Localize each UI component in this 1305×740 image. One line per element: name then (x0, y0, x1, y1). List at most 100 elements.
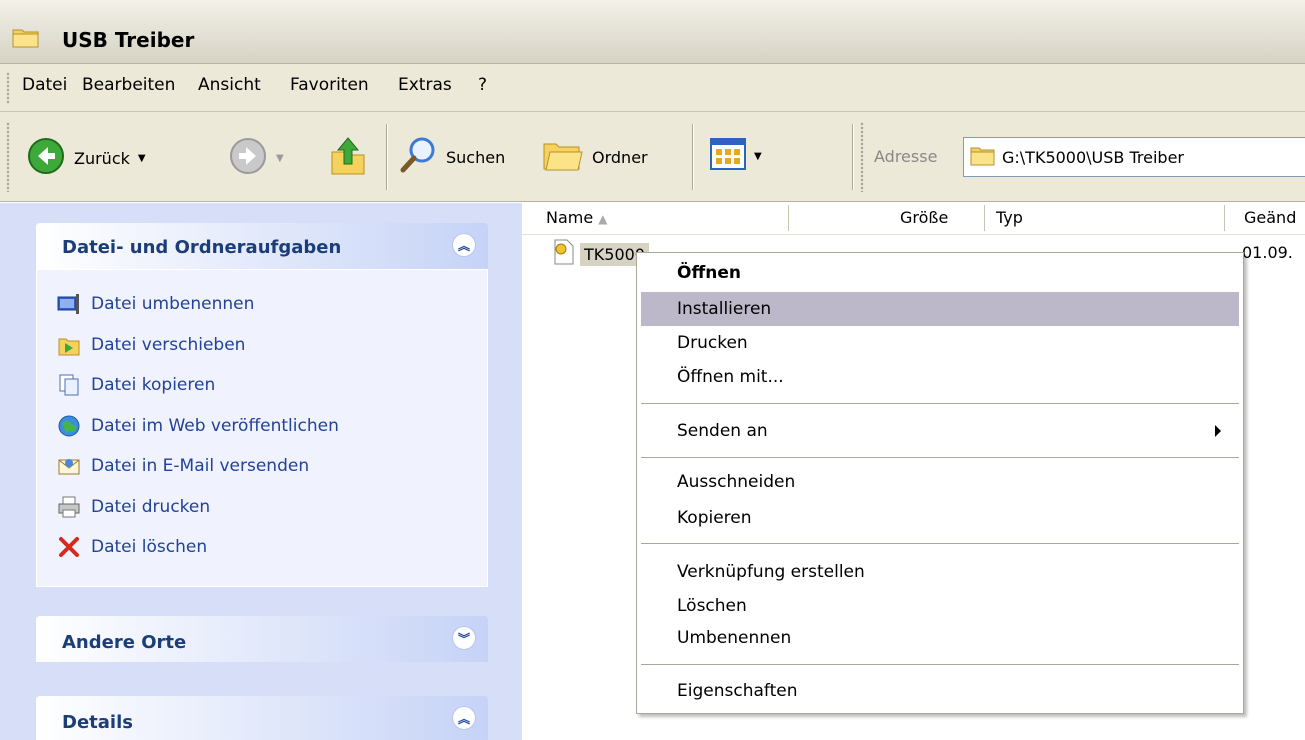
search-label: Suchen (446, 147, 506, 167)
task-label: Datei kopieren (91, 375, 216, 396)
task-move[interactable]: Datei verschieben (57, 325, 487, 366)
menu-separator (641, 664, 1239, 665)
menu-item-open-with[interactable]: Öffnen mit... (641, 360, 1239, 394)
folders-icon (542, 136, 584, 178)
email-icon (57, 454, 81, 478)
column-divider[interactable] (984, 205, 985, 231)
back-arrow-icon (26, 136, 66, 180)
toolbar-separator (852, 124, 854, 190)
column-modified[interactable]: Geänd (1244, 208, 1296, 227)
menu-item-label: Öffnen (677, 263, 741, 283)
menubar-grip[interactable] (6, 72, 10, 104)
menu-item-rename[interactable]: Umbenennen (641, 621, 1239, 655)
task-rename[interactable]: Datei umbenennen (57, 284, 487, 325)
column-header: Name ▲ Größe Typ Geänd (522, 203, 1305, 235)
toolbar-separator (692, 124, 694, 190)
menu-item-label: Verknüpfung erstellen (677, 562, 865, 582)
menu-item-label: Öffnen mit... (677, 367, 784, 387)
menu-extras[interactable]: Extras (398, 75, 452, 95)
search-button[interactable]: Suchen (398, 134, 505, 180)
web-publish-icon (57, 414, 81, 438)
file-tasks-body: Datei umbenennen Datei verschieben Datei… (36, 269, 488, 587)
views-icon (710, 138, 746, 174)
menu-item-label: Löschen (677, 596, 747, 616)
file-tasks-title: Datei- und Ordneraufgaben (62, 237, 342, 258)
menu-item-install[interactable]: Installieren (641, 292, 1239, 326)
forward-arrow-icon (228, 136, 268, 180)
menu-favoriten[interactable]: Favoriten (290, 75, 369, 95)
expand-down-icon[interactable]: ︾ (452, 626, 476, 650)
print-icon (57, 495, 81, 519)
menu-help[interactable]: ? (478, 75, 487, 95)
toolbar-grip[interactable] (6, 122, 10, 192)
menu-item-label: Drucken (677, 333, 748, 353)
address-grip[interactable] (860, 122, 864, 192)
toolbar-separator (386, 124, 388, 190)
task-print[interactable]: Datei drucken (57, 487, 487, 528)
menu-item-label: Installieren (677, 299, 772, 319)
menu-bearbeiten[interactable]: Bearbeiten (82, 75, 175, 95)
address-label: Adresse (874, 147, 938, 166)
folder-icon (12, 26, 40, 53)
task-delete[interactable]: Datei löschen (57, 527, 487, 568)
forward-dropdown-icon[interactable]: ▼ (276, 153, 284, 164)
address-field[interactable]: G:\TK5000\USB Treiber (963, 137, 1305, 177)
column-size[interactable]: Größe (900, 208, 948, 227)
menu-separator (641, 403, 1239, 404)
file-row[interactable]: TK5000 (552, 239, 649, 269)
setup-info-file-icon (552, 239, 576, 269)
delete-icon (57, 535, 81, 559)
menu-item-cut[interactable]: Ausschneiden (641, 465, 1239, 499)
details-header[interactable]: Details ︽ (36, 696, 488, 740)
submenu-arrow-icon (1215, 425, 1221, 437)
back-button[interactable]: Zurück ▼ (26, 136, 146, 180)
task-label: Datei verschieben (91, 334, 246, 355)
task-publish-web[interactable]: Datei im Web veröffentlichen (57, 406, 487, 447)
folder-up-icon (328, 134, 368, 180)
file-tasks-header[interactable]: Datei- und Ordneraufgaben ︽ (36, 223, 488, 269)
menu-item-send-to[interactable]: Senden an (641, 414, 1239, 448)
column-divider[interactable] (788, 205, 789, 231)
menu-bar: Datei Bearbeiten Ansicht Favoriten Extra… (0, 64, 1305, 112)
move-icon (57, 333, 81, 357)
sort-ascending-icon: ▲ (598, 212, 608, 226)
collapse-up-icon[interactable]: ︽ (452, 706, 476, 730)
menu-datei[interactable]: Datei (22, 75, 67, 95)
other-places-panel: Andere Orte ︾ (36, 616, 488, 662)
menu-separator (641, 543, 1239, 544)
column-divider[interactable] (1224, 205, 1225, 231)
up-button[interactable] (328, 134, 368, 180)
menu-item-label: Eigenschaften (677, 681, 798, 701)
file-tasks-panel: Datei- und Ordneraufgaben ︽ Datei umbene… (36, 223, 488, 587)
views-button[interactable]: ▼ (710, 138, 762, 174)
views-dropdown-icon[interactable]: ▼ (754, 151, 762, 162)
copy-icon (57, 373, 81, 397)
details-title: Details (62, 712, 133, 733)
other-places-header[interactable]: Andere Orte ︾ (36, 616, 488, 662)
menu-item-open[interactable]: Öffnen (641, 256, 1239, 290)
menu-item-print[interactable]: Drucken (641, 326, 1239, 360)
task-copy[interactable]: Datei kopieren (57, 365, 487, 406)
back-dropdown-icon[interactable]: ▼ (138, 153, 146, 164)
title-bar: USB Treiber (0, 0, 1305, 64)
folders-label: Ordner (592, 147, 648, 167)
task-label: Datei drucken (91, 496, 211, 517)
menu-separator (641, 457, 1239, 458)
column-type[interactable]: Typ (996, 208, 1023, 227)
menu-item-label: Senden an (677, 421, 768, 441)
other-places-title: Andere Orte (62, 632, 187, 653)
folders-button[interactable]: Ordner (542, 136, 648, 178)
menu-item-copy[interactable]: Kopieren (641, 501, 1239, 535)
menu-item-delete[interactable]: Löschen (641, 589, 1239, 623)
task-label: Datei umbenennen (91, 294, 255, 315)
menu-item-label: Ausschneiden (677, 472, 796, 492)
collapse-up-icon[interactable]: ︽ (452, 233, 476, 257)
address-value: G:\TK5000\USB Treiber (1002, 147, 1184, 167)
task-pane: Datei- und Ordneraufgaben ︽ Datei umbene… (0, 203, 522, 740)
menu-ansicht[interactable]: Ansicht (198, 75, 261, 95)
forward-button[interactable]: ▼ (228, 136, 284, 180)
menu-item-properties[interactable]: Eigenschaften (641, 674, 1239, 708)
task-email[interactable]: Datei in E-Mail versenden (57, 446, 487, 487)
menu-item-create-shortcut[interactable]: Verknüpfung erstellen (641, 555, 1239, 589)
column-name[interactable]: Name ▲ (546, 208, 608, 227)
